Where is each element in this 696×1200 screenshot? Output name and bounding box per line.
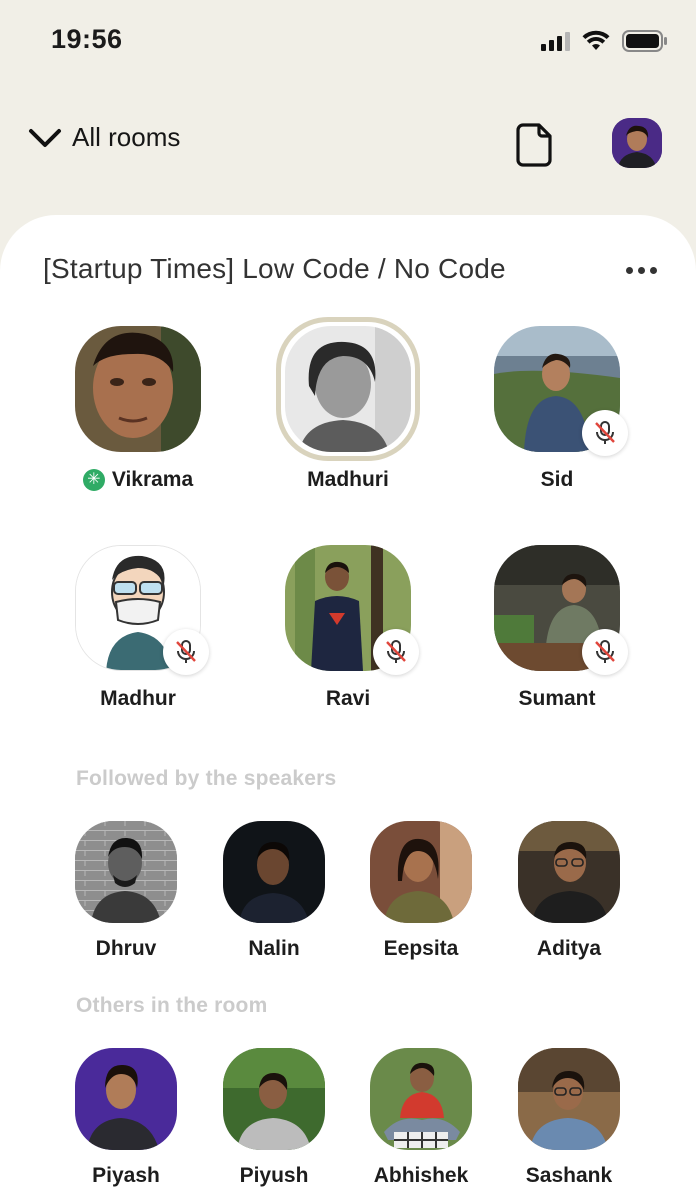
listener-name: Aditya: [536, 937, 602, 960]
avatar: [223, 821, 325, 923]
speaker-name: Vikrama: [111, 468, 194, 491]
listener[interactable]: Abhishek: [346, 1048, 496, 1188]
avatar: [75, 1048, 177, 1150]
speaker-name: Madhur: [100, 687, 176, 710]
avatar: [75, 821, 177, 923]
listener-name: Nalin: [248, 937, 300, 960]
listener[interactable]: Dhruv: [51, 821, 201, 961]
more-icon[interactable]: [626, 267, 657, 274]
speaker-name: Ravi: [325, 687, 371, 710]
room-title: [Startup Times] Low Code / No Code: [43, 253, 506, 284]
all-rooms-label: All rooms: [72, 122, 181, 152]
speaker-name: Sid: [540, 468, 574, 491]
status-time: 19:56: [51, 24, 123, 54]
listener-name: Piyash: [92, 1164, 160, 1187]
wifi-icon: [582, 30, 610, 50]
profile-avatar[interactable]: [612, 118, 662, 168]
chevron-down-icon: [29, 128, 61, 147]
status-icons: [541, 30, 668, 52]
battery-icon: [622, 30, 667, 52]
speaker[interactable]: Sumant: [467, 545, 647, 711]
listener[interactable]: Piyash: [51, 1048, 201, 1188]
speaking-indicator: [276, 317, 420, 461]
status-bar: 19:56: [0, 0, 696, 90]
speaker-name: Sumant: [518, 687, 596, 710]
all-rooms-button[interactable]: All rooms: [28, 122, 180, 153]
others-section-label: Others in the room: [76, 994, 268, 1017]
mic-muted-icon: [373, 629, 419, 675]
mic-muted-icon: [582, 410, 628, 456]
document-icon[interactable]: [515, 122, 553, 168]
avatar: [370, 1048, 472, 1150]
speaker-name: Madhuri: [307, 468, 389, 491]
speaker[interactable]: Madhuri: [258, 317, 438, 492]
speaker[interactable]: Madhur: [48, 545, 228, 711]
mic-muted-icon: [163, 629, 209, 675]
nav-bar: All rooms: [0, 110, 696, 180]
listener[interactable]: Eepsita: [346, 821, 496, 961]
cellular-signal-icon: [541, 31, 570, 51]
listener[interactable]: Piyush: [199, 1048, 349, 1188]
avatar: [223, 1048, 325, 1150]
speaker[interactable]: Sid: [467, 326, 647, 492]
speaker[interactable]: Ravi: [258, 545, 438, 711]
listener[interactable]: Aditya: [494, 821, 644, 961]
followed-section-label: Followed by the speakers: [76, 767, 337, 790]
listener[interactable]: Sashank: [494, 1048, 644, 1188]
listener-name: Eepsita: [383, 937, 459, 960]
avatar: [75, 326, 201, 452]
avatar: [518, 821, 620, 923]
listener-name: Dhruv: [95, 937, 157, 960]
mic-muted-icon: [582, 629, 628, 675]
avatar: [518, 1048, 620, 1150]
listener-name: Piyush: [239, 1164, 309, 1187]
moderator-star-icon: ✳: [82, 469, 105, 491]
avatar: [370, 821, 472, 923]
listener-name: Abhishek: [373, 1164, 469, 1187]
room-card: [Startup Times] Low Code / No Code ✳ Vik…: [0, 215, 696, 1200]
speaker[interactable]: ✳ Vikrama: [48, 326, 228, 492]
listener-name: Sashank: [525, 1164, 613, 1187]
listener[interactable]: Nalin: [199, 821, 349, 961]
